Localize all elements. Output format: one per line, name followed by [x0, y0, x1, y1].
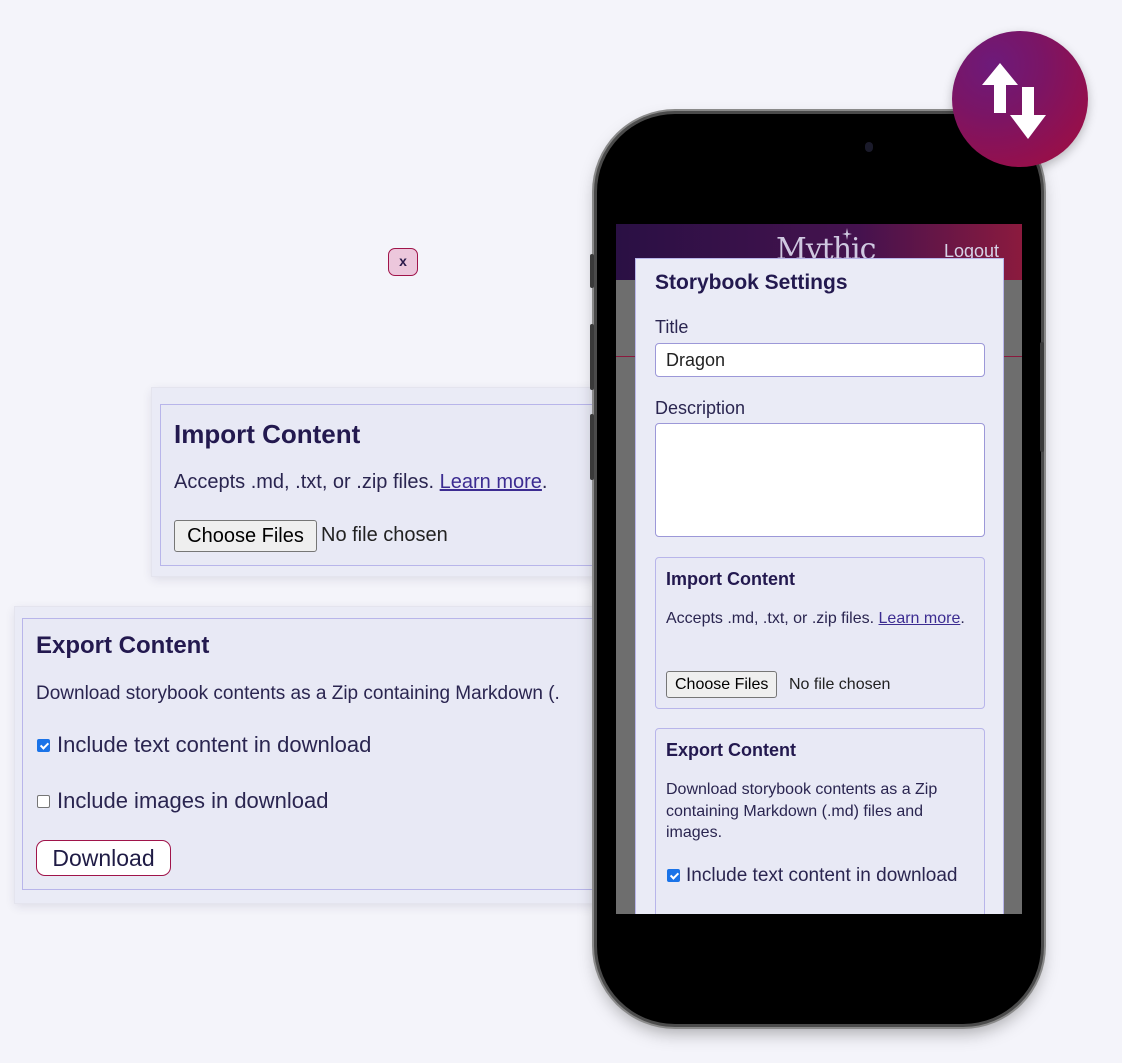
import-description-text: Accepts .md, .txt, or .zip files.	[174, 471, 440, 493]
import-title: Import Content	[174, 419, 361, 449]
import-content-panel: Import Content Accepts .md, .txt, or .zi…	[160, 404, 632, 566]
modal-export-section: Export Content Download storybook conten…	[655, 728, 985, 914]
import-description-period: .	[541, 471, 548, 493]
learn-more-link[interactable]: Learn more	[440, 471, 542, 493]
modal-choose-files-button[interactable]: Choose Files	[666, 671, 778, 698]
download-button[interactable]: Download	[36, 840, 171, 876]
sparkle-icon	[842, 228, 852, 240]
import-description: Accepts .md, .txt, or .zip files. Learn …	[174, 471, 547, 494]
title-field-label: Title	[655, 317, 689, 337]
export-description: Download storybook contents as a Zip con…	[36, 683, 560, 704]
modal-file-status: No file chosen	[789, 676, 891, 693]
phone-volume-down	[590, 414, 594, 480]
file-status: No file chosen	[321, 524, 448, 546]
description-textarea[interactable]	[655, 423, 985, 537]
include-text-label: Include text content in download	[57, 732, 372, 757]
description-field-label: Description	[655, 398, 746, 418]
include-text-checkbox[interactable]	[37, 739, 50, 752]
phone-mute-switch	[590, 254, 594, 288]
modal-include-text-checkbox[interactable]	[667, 869, 680, 882]
modal-import-section: Import Content Accepts .md, .txt, or .zi…	[655, 557, 985, 709]
modal-import-description: Accepts .md, .txt, or .zip files. Learn …	[666, 608, 971, 630]
modal-export-description: Download storybook contents as a Zip con…	[666, 781, 938, 841]
modal-learn-more-link[interactable]: Learn more	[879, 610, 961, 627]
include-images-checkbox[interactable]	[37, 795, 50, 808]
modal-include-text-label: Include text content in download	[686, 865, 958, 886]
title-input[interactable]	[655, 343, 985, 377]
phone-power-button	[1040, 342, 1044, 452]
sync-badge	[952, 31, 1088, 167]
phone-frame: Mythic Logout Storybook Settings Title D…	[590, 114, 1044, 1024]
choose-files-button[interactable]: Choose Files	[174, 520, 317, 552]
export-title: Export Content	[36, 632, 210, 659]
modal-title: Storybook Settings	[655, 271, 848, 294]
export-content-panel: Export Content Download storybook conten…	[22, 618, 625, 890]
export-content-callout: Export Content Download storybook conten…	[15, 607, 625, 903]
modal-import-text: Accepts .md, .txt, or .zip files.	[666, 610, 879, 627]
storybook-settings-modal: Storybook Settings Title Description Imp…	[635, 258, 1004, 914]
modal-close-button[interactable]: x	[388, 248, 418, 276]
import-content-callout: Import Content Accepts .md, .txt, or .zi…	[152, 388, 632, 576]
modal-export-title: Export Content	[666, 740, 796, 760]
up-down-arrows-icon	[982, 63, 1046, 139]
camera-icon	[865, 142, 873, 152]
phone-volume-up	[590, 324, 594, 390]
include-images-label: Include images in download	[57, 788, 329, 813]
modal-import-period: .	[960, 610, 965, 627]
phone-screen: Mythic Logout Storybook Settings Title D…	[616, 224, 1022, 914]
modal-import-title: Import Content	[666, 569, 795, 589]
